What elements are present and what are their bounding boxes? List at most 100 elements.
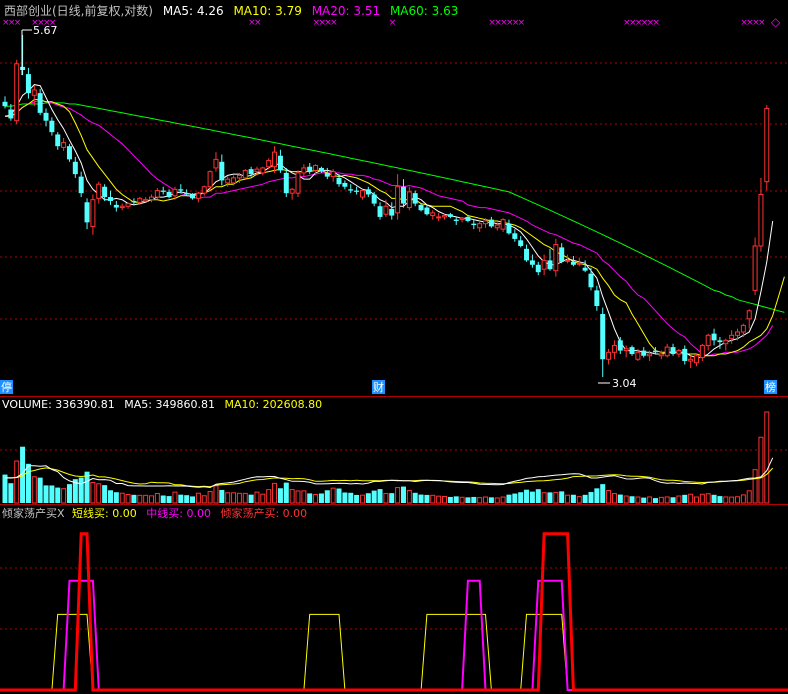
candle-up xyxy=(395,186,401,214)
volume-bar-up xyxy=(735,496,740,504)
candle-up xyxy=(154,190,160,198)
volume-bar-up xyxy=(231,492,237,504)
candle-up xyxy=(231,177,237,184)
billboard-marker[interactable]: 榜 xyxy=(765,380,776,394)
signal-marker: × xyxy=(652,18,660,28)
candle-down xyxy=(348,189,354,191)
candle-up xyxy=(149,196,154,201)
candle-up xyxy=(477,223,483,229)
volume-bar-down xyxy=(248,494,254,503)
candle-down xyxy=(55,134,61,147)
volume-bar-down xyxy=(354,494,360,503)
candle-down xyxy=(354,190,360,192)
candle-down xyxy=(488,219,494,227)
candle-down xyxy=(629,347,635,355)
candle-up xyxy=(752,245,758,291)
volume-bar-down xyxy=(342,492,348,503)
candle-down xyxy=(670,347,676,355)
candle-down xyxy=(72,161,78,175)
candle-down xyxy=(277,155,283,171)
candle-down xyxy=(190,194,196,199)
candle-up xyxy=(383,205,389,215)
volume-bar-down xyxy=(453,496,459,503)
candle-up xyxy=(272,151,278,168)
volume-bar-down xyxy=(535,489,541,503)
candle-up xyxy=(213,158,219,169)
candle-down xyxy=(84,202,90,223)
volume-bar-up xyxy=(436,495,442,504)
volume-bar-down xyxy=(471,496,477,503)
volume-bar-down xyxy=(107,490,113,503)
volume-bar-down xyxy=(78,477,84,503)
volume-ma10: MA10: 202608.80 xyxy=(224,398,322,411)
volume-bar-up xyxy=(758,436,764,504)
volume-bar-up xyxy=(289,489,295,504)
volume-bar-up xyxy=(90,481,96,504)
candle-down xyxy=(107,197,113,201)
candle-down xyxy=(78,176,84,194)
candle-up xyxy=(576,262,582,265)
candle-up xyxy=(96,183,102,199)
volume-bar-down xyxy=(184,495,190,503)
candle-down xyxy=(512,233,518,239)
volume-bar-down xyxy=(307,493,313,503)
volume-bar-down xyxy=(717,496,723,503)
short-term-buy-value: 短线买: 0.00 xyxy=(72,506,137,520)
volume-bar-up xyxy=(430,494,436,504)
candle-down xyxy=(365,189,371,195)
candle-down xyxy=(617,340,623,351)
candle-down xyxy=(594,290,600,306)
volume-bar-up xyxy=(254,491,260,504)
candle-down xyxy=(418,204,424,211)
volume-bar-down xyxy=(37,477,43,503)
volume-bar-up xyxy=(154,492,160,504)
header-ma20: MA20: 3.51 xyxy=(312,4,380,18)
volume-bar-down xyxy=(8,483,14,503)
volume-bar-up xyxy=(119,492,125,504)
volume-bar-down xyxy=(318,493,324,503)
volume-bar-up xyxy=(494,497,500,504)
candle-down xyxy=(160,190,166,192)
volume-bar-down xyxy=(465,497,471,503)
finance-marker[interactable]: 财 xyxy=(373,380,384,394)
signal-marker: × xyxy=(14,18,22,28)
candle-up xyxy=(635,351,641,360)
suspend-marker[interactable]: 停 xyxy=(1,380,12,394)
candle-up xyxy=(137,197,143,203)
candle-down xyxy=(400,186,406,204)
candle-down xyxy=(102,186,108,198)
candle-up xyxy=(483,220,489,225)
candle-up xyxy=(699,344,705,358)
all-in-buy-value: 倾家荡产买: 0.00 xyxy=(220,506,307,520)
candle-up xyxy=(729,334,735,340)
volume-bar-up xyxy=(137,494,143,504)
candle-down xyxy=(600,313,606,360)
volume-bar-up xyxy=(483,496,489,504)
volume-bar-up xyxy=(688,493,694,504)
candle-up xyxy=(119,205,125,209)
candle-up xyxy=(740,324,746,333)
volume-bar-up xyxy=(242,492,248,504)
candle-down xyxy=(559,247,565,262)
header-ma5: MA5: 4.26 xyxy=(163,4,224,18)
candle-up xyxy=(693,355,699,364)
volume-bar-up xyxy=(699,493,705,504)
volume-bar-down xyxy=(488,497,494,503)
candle-down xyxy=(377,206,383,217)
volume-bar-up xyxy=(149,495,154,504)
candle-up xyxy=(172,188,178,197)
candle-up xyxy=(201,186,207,194)
volume-bar-up xyxy=(635,496,641,504)
volume-bar-down xyxy=(506,494,512,503)
candle-up xyxy=(31,89,37,96)
volume-bar-up xyxy=(576,496,582,504)
volume-bar-down xyxy=(588,492,594,503)
signal-marker: × xyxy=(518,18,526,28)
volume-bar-up xyxy=(477,497,483,504)
volume-bar-up xyxy=(96,483,102,504)
volume-bar-up xyxy=(31,476,37,504)
volume-bar-up xyxy=(553,491,559,504)
volume-bar-up xyxy=(207,491,213,504)
volume-bar-up xyxy=(442,496,447,504)
candle-down xyxy=(66,146,72,160)
